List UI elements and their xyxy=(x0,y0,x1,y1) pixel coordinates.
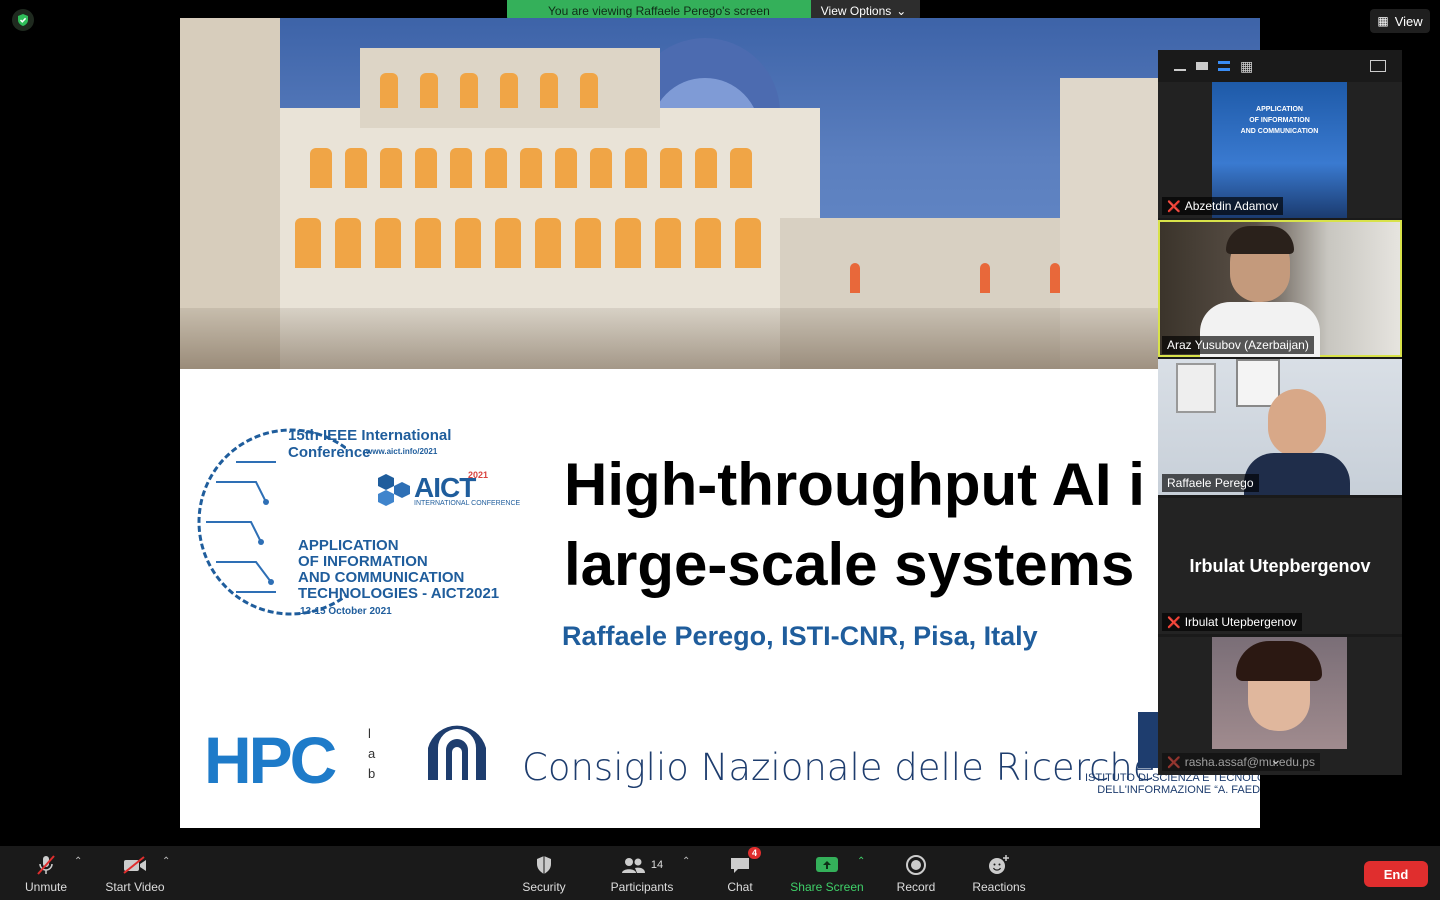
participant-name-tag: ❌ Abzetdin Adamov xyxy=(1162,197,1284,215)
video-tile[interactable]: ❌ rasha.assaf@mu.edu.ps ⌄ xyxy=(1158,637,1402,775)
hpc-lab-logo: HPC lab xyxy=(204,722,375,798)
participant-display-name: Irbulat Utepbergenov xyxy=(1189,556,1371,576)
video-gallery-panel: ▦ APPLICATION OF INFORMATION AND COMMUNI… xyxy=(1158,50,1402,775)
slide-title-line-1: High-throughput AI i xyxy=(564,451,1145,518)
participants-label: Participants xyxy=(610,880,674,894)
logo-line-3: AND COMMUNICATION xyxy=(298,569,465,586)
hpc-text: HPC xyxy=(204,723,337,797)
aict-year: 2021 xyxy=(468,470,489,480)
isti-line-2: DELL'INFORMAZIONE “A. FAEDO” xyxy=(1097,784,1260,796)
poster-line-3: AND COMMUNICATION xyxy=(1240,128,1319,135)
hpc-lab-text: lab xyxy=(368,726,376,781)
chat-bubble-icon: 4 xyxy=(729,847,761,877)
unmute-label: Unmute xyxy=(24,880,68,894)
speaker-strip-icon[interactable] xyxy=(1218,61,1230,71)
share-screen-arrow-icon xyxy=(815,853,839,877)
aict-brand-sub: INTERNATIONAL CONFERENCE xyxy=(414,500,521,507)
shared-slide: 15th IEEE International Conference www.a… xyxy=(180,18,1260,828)
poster-line-2: OF INFORMATION xyxy=(1249,117,1310,124)
pisa-cathedral-photo xyxy=(180,18,1260,369)
participants-button[interactable]: 14 Participants xyxy=(604,846,680,900)
reactions-button[interactable]: Reactions xyxy=(968,846,1030,900)
participant-name-tag: ❌ Irbulat Utepbergenov xyxy=(1162,613,1302,631)
cnr-name: Consiglio Nazionale delle Ricerche xyxy=(522,746,1156,789)
start-video-label: Start Video xyxy=(105,880,165,894)
participant-video xyxy=(1212,637,1347,749)
record-icon xyxy=(905,853,927,877)
audio-options-caret-icon[interactable]: ⌃ xyxy=(74,856,82,867)
participant-name: Raffaele Perego xyxy=(1167,476,1254,490)
security-shield-icon[interactable] xyxy=(12,9,34,31)
reactions-label: Reactions xyxy=(972,880,1026,894)
share-screen-label: Share Screen xyxy=(790,880,864,894)
logo-line-4: TECHNOLOGIES - AICT2021 xyxy=(298,585,500,602)
slide-title-line-2: large-scale systems xyxy=(564,531,1135,598)
participant-name: Irbulat Utepbergenov xyxy=(1184,615,1297,629)
conference-url: www.aict.info/2021 xyxy=(366,447,438,456)
logo-line-2: OF INFORMATION xyxy=(298,553,428,570)
participant-name-tag: ❌ rasha.assaf@mu.edu.ps xyxy=(1162,753,1320,771)
video-tile[interactable]: APPLICATION OF INFORMATION AND COMMUNICA… xyxy=(1158,82,1402,218)
video-tile[interactable]: Irbulat Utepbergenov ❌ Irbulat Utepberge… xyxy=(1158,498,1402,634)
participant-name: Abzetdin Adamov xyxy=(1184,199,1279,213)
conference-dates: 13-15 October 2021 xyxy=(300,606,392,617)
video-camera-off-icon xyxy=(122,853,148,877)
security-label: Security xyxy=(522,880,566,894)
smiley-plus-icon xyxy=(987,853,1011,877)
slide-author: Raffaele Perego, ISTI-CNR, Pisa, Italy xyxy=(562,621,1038,651)
share-options-caret-icon[interactable]: ⌃ xyxy=(857,856,865,867)
logo-line-1: APPLICATION xyxy=(298,537,399,554)
video-tile[interactable]: Raffaele Perego xyxy=(1158,359,1402,495)
hexagon-cluster-icon xyxy=(378,472,410,506)
view-button[interactable]: ▦ View xyxy=(1370,9,1430,33)
mic-muted-icon: ❌ xyxy=(1167,756,1181,769)
gallery-toolbar: ▦ xyxy=(1158,50,1402,82)
participant-name: rasha.assaf@mu.edu.ps xyxy=(1184,755,1315,769)
participants-caret-icon[interactable]: ⌃ xyxy=(682,856,690,867)
share-screen-button[interactable]: Share Screen xyxy=(786,846,868,900)
participants-count: 14 xyxy=(650,859,664,871)
scroll-down-chevron-icon[interactable]: ⌄ xyxy=(1270,751,1282,768)
chat-label: Chat xyxy=(727,880,753,894)
participants-icon: 14 xyxy=(621,853,663,877)
chat-button[interactable]: 4 Chat xyxy=(720,846,761,900)
unmute-button[interactable]: Unmute xyxy=(20,846,72,900)
video-tile-active-speaker[interactable]: Araz Yusubov (Azerbaijan) xyxy=(1158,220,1402,357)
aict-conference-logo: 15th IEEE International Conference www.a… xyxy=(196,422,526,622)
isti-logo-mark xyxy=(1138,712,1160,768)
start-video-button[interactable]: Start Video xyxy=(100,846,170,900)
pop-out-icon[interactable] xyxy=(1370,60,1386,72)
isti-caption: ISTITUTO DI SCIENZA E TECNOLOGIE DELL'IN… xyxy=(1085,772,1260,796)
microphone-muted-icon xyxy=(36,853,56,877)
view-label: View xyxy=(1394,13,1423,29)
thumbnail-view-icon[interactable] xyxy=(1196,62,1208,70)
mic-muted-icon: ❌ xyxy=(1167,616,1181,629)
gallery-grid-icon[interactable]: ▦ xyxy=(1240,58,1253,75)
record-button[interactable]: Record xyxy=(892,846,940,900)
cnr-logo-icon xyxy=(420,714,494,782)
grid-view-icon: ▦ xyxy=(1377,14,1389,28)
minimize-icon[interactable] xyxy=(1174,69,1186,71)
participant-name: Araz Yusubov (Azerbaijan) xyxy=(1167,338,1309,352)
security-button[interactable]: Security xyxy=(515,846,573,900)
participant-name-tag: Araz Yusubov (Azerbaijan) xyxy=(1162,336,1314,354)
record-label: Record xyxy=(896,880,936,894)
participant-name-tag: Raffaele Perego xyxy=(1162,474,1259,492)
chat-unread-badge: 4 xyxy=(747,847,761,859)
video-options-caret-icon[interactable]: ⌃ xyxy=(162,856,170,867)
meeting-toolbar: Unmute ⌃ Start Video ⌃ Security 14 Parti… xyxy=(0,846,1440,900)
poster-line-1: APPLICATION xyxy=(1256,106,1303,113)
end-meeting-button[interactable]: End xyxy=(1364,861,1428,887)
mic-muted-icon: ❌ xyxy=(1167,200,1181,213)
shield-icon xyxy=(535,853,553,877)
